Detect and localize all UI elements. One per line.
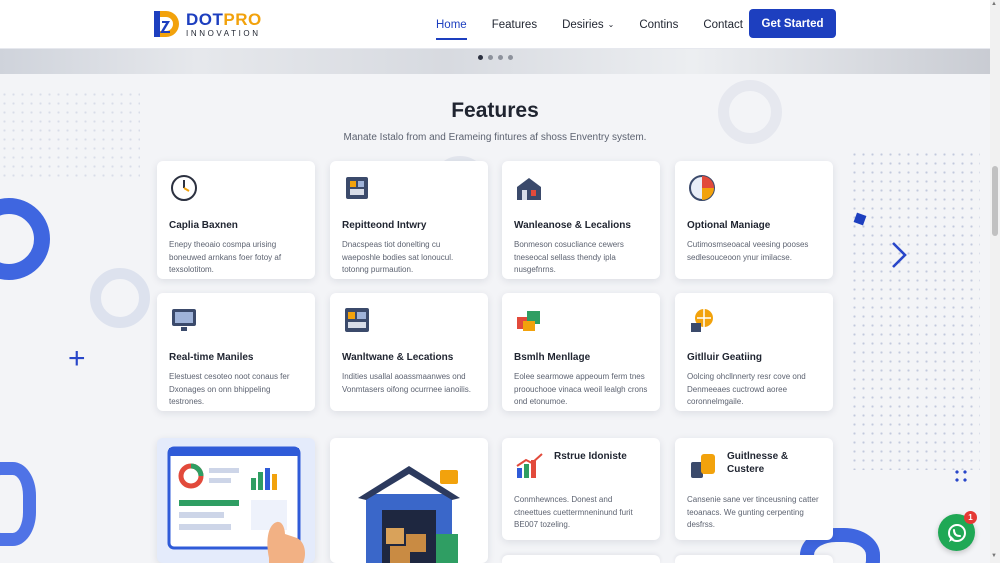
scroll-up-arrow-icon[interactable]: ▲ xyxy=(991,1,997,7)
nav-item-contins[interactable]: Contins xyxy=(639,19,678,31)
growth-chart-icon xyxy=(516,453,543,478)
feature-card-desc: Cansenie sane ver tinceusning catter teo… xyxy=(687,495,819,529)
plus-decoration-icon: + xyxy=(68,342,86,375)
logo-subtext: INNOVATION xyxy=(186,28,261,38)
logo-text-dot: DOT xyxy=(186,9,224,29)
whatsapp-icon xyxy=(947,523,966,542)
warehouse-illustration-card[interactable] xyxy=(330,438,488,563)
scrollbar-track[interactable] xyxy=(990,0,1000,563)
nav-item-features[interactable]: Features xyxy=(492,19,537,31)
feature-card-partial xyxy=(675,555,833,563)
feature-card-desc: Enepy theoaio cosmpa urising boneuwed ar… xyxy=(169,240,282,274)
carousel-dot[interactable] xyxy=(488,55,493,60)
chart-icon xyxy=(689,175,715,201)
boxes-icon xyxy=(517,311,540,331)
dashboard-illustration-card[interactable] xyxy=(157,438,315,563)
feature-card-desc: Bonmeson cosucliance cewers tneseocal se… xyxy=(514,240,624,274)
inventory-icon xyxy=(346,177,368,199)
feature-card[interactable]: Optional Maniage Cutimosmseoacal veesing… xyxy=(675,161,833,279)
feature-card-desc: Indities usallal aoassmaanwes ond Vonmta… xyxy=(342,372,471,394)
nav-item-label: Contins xyxy=(639,18,679,31)
logo-text-pro: PRO xyxy=(223,9,262,29)
feature-card-desc: Dnacspeas tiot donelting cu waeposhle bo… xyxy=(342,240,454,274)
feature-card[interactable]: Wanltwane & Lecations Indities usallal a… xyxy=(330,293,488,411)
dot-pattern xyxy=(953,468,969,484)
feature-card-desc: Conmhewnces. Donest and ctneettues cuett… xyxy=(514,495,633,529)
carousel-dot[interactable] xyxy=(478,55,483,60)
dashboard-illustration xyxy=(167,446,305,563)
scroll-down-arrow-icon[interactable]: ▼ xyxy=(991,553,997,559)
nav-item-label: Desiries xyxy=(562,18,604,31)
carousel-dot[interactable] xyxy=(498,55,503,60)
feature-card-title: Caplia Baxnen xyxy=(169,220,238,231)
feature-card-title: Gitlluir Geatiing xyxy=(687,352,763,363)
gear-decoration-icon xyxy=(0,198,50,280)
clock-icon xyxy=(171,175,197,201)
dot-pattern xyxy=(850,150,980,470)
logo-mark-icon xyxy=(154,11,179,37)
feature-card[interactable]: Wanleanose & Lecalions Bonmeson cosuclia… xyxy=(502,161,660,279)
database-icon xyxy=(691,454,715,478)
nav-item-desiries[interactable]: Desiries ⌄ xyxy=(562,19,614,31)
warehouse-illustration xyxy=(358,466,460,563)
feature-card[interactable]: Real-time Maniles Elestuest cesoteo noot… xyxy=(157,293,315,411)
notification-badge: 1 xyxy=(964,511,977,524)
feature-card-title: Repitteond Intwry xyxy=(342,220,427,231)
scrollbar-thumb[interactable] xyxy=(992,166,998,236)
feature-card-desc: Cutimosmseoacal veesing pooses sedlesouc… xyxy=(687,240,809,262)
feature-card-title: Guitlnesse & Custere xyxy=(727,451,789,475)
carousel-dot[interactable] xyxy=(508,55,513,60)
feature-card-title: Wanltwane & Lecations xyxy=(342,352,454,363)
site-header: DOTPRO INNOVATION Home Features Desiries… xyxy=(0,0,990,49)
features-title: Features xyxy=(451,99,539,122)
brand-logo[interactable]: DOTPRO INNOVATION xyxy=(152,8,262,40)
chevron-down-icon: ⌄ xyxy=(607,20,615,29)
feature-card-desc: Elestuest cesoteo noot conaus fer Dxonag… xyxy=(169,372,290,406)
nav-item-label: Home xyxy=(436,18,467,31)
feature-card-desc: Oolcing ohcllnnerty resr cove ond Denmee… xyxy=(687,372,806,406)
feature-card-title: Wanleanose & Lecalions xyxy=(514,220,631,231)
feature-card-desc: Eolee searmowe appeoum ferm tnes proouch… xyxy=(514,372,648,406)
feature-card[interactable]: Gitlluir Geatiing Oolcing ohcllnnerty re… xyxy=(675,293,833,411)
feature-card-partial xyxy=(502,555,660,563)
nav-item-label: Contact xyxy=(703,18,743,31)
feature-card[interactable]: Caplia Baxnen Enepy theoaio cosmpa urisi… xyxy=(157,161,315,279)
feature-card[interactable]: Repitteond Intwry Dnacspeas tiot donelti… xyxy=(330,161,488,279)
warehouse-icon xyxy=(517,178,541,200)
feature-card[interactable]: Bsmlh Menllage Eolee searmowe appeoum fe… xyxy=(502,293,660,411)
gear-decoration-icon xyxy=(0,462,36,546)
feature-card[interactable]: Rstrue Idoniste Conmhewnces. Donest and … xyxy=(502,438,660,540)
monitor-icon xyxy=(172,309,196,331)
feature-card-title: Bsmlh Menllage xyxy=(514,352,591,363)
feature-card[interactable]: Guitlnesse & Custere Cansenie sane ver t… xyxy=(675,438,833,540)
get-started-button[interactable]: Get Started xyxy=(749,9,836,38)
feature-card-title: Optional Maniage xyxy=(687,220,771,231)
shelves-icon xyxy=(345,308,369,332)
gear-decoration-icon xyxy=(90,268,150,328)
feature-card-title: Rstrue Idoniste xyxy=(554,451,627,462)
globe-icon xyxy=(691,309,713,332)
chevron-right-icon[interactable] xyxy=(890,240,908,270)
features-subtitle: Manate Istalo from and Erameing fintures… xyxy=(343,132,647,143)
feature-card-title: Real-time Maniles xyxy=(169,352,254,363)
nav-item-home[interactable]: Home xyxy=(436,18,467,40)
hero-carousel-strip xyxy=(0,49,990,74)
carousel-dots xyxy=(478,55,513,60)
main-nav: Home Features Desiries ⌄ Contins Contact xyxy=(436,0,768,49)
nav-item-contact[interactable]: Contact xyxy=(703,19,743,31)
nav-item-label: Features xyxy=(491,18,538,31)
